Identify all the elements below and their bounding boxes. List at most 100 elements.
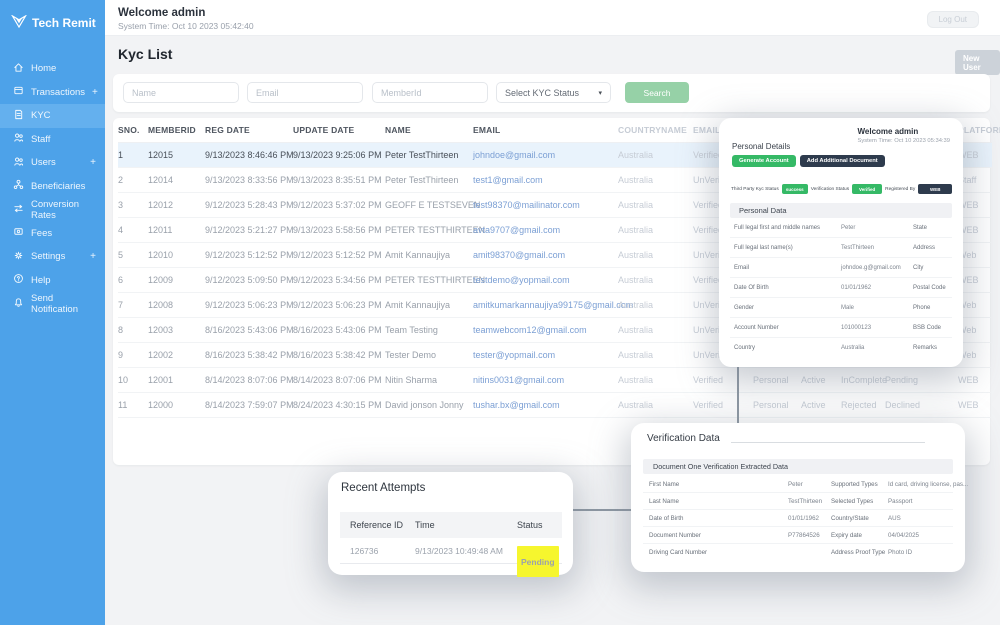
field-label: Country/State — [831, 510, 869, 527]
email-link[interactable]: amit98370@gmail.com — [473, 242, 618, 267]
field-label: Country — [734, 338, 755, 358]
third-party-kyc-label: Third Party Kyc Status — [731, 187, 779, 192]
system-time: System Time: Oct 10 2023 05:42:40 — [118, 21, 254, 31]
column-header: MEMBERID — [148, 118, 205, 142]
email-link[interactable]: nitins0031@gmail.com — [473, 367, 618, 392]
sidebar-item-users[interactable]: Users+ — [0, 151, 105, 175]
email-link[interactable]: avta9707@gmail.com — [473, 217, 618, 242]
verification-field-row: Date of Birth01/01/1962Country/StateAUS — [643, 510, 953, 527]
page-title: Kyc List — [118, 46, 172, 62]
sidebar-item-fees[interactable]: Fees — [0, 222, 105, 246]
sidebar-item-home[interactable]: Home — [0, 57, 105, 81]
name-filter-input[interactable] — [123, 82, 239, 103]
email-link[interactable]: amitkumarkannaujiya99175@gmail.com — [473, 292, 618, 317]
table-cell: 9/12/2023 5:12:52 PM — [293, 242, 385, 267]
table-cell: 12008 — [148, 292, 205, 317]
recent-attempts-header-row: Reference ID Time Status — [340, 512, 562, 538]
table-cell: 12014 — [148, 167, 205, 192]
email-link[interactable]: tester@yopmail.com — [473, 342, 618, 367]
table-cell: Amit Kannaujiya — [385, 242, 473, 267]
verification-field-row: Driving Card NumberAddress Proof TypePho… — [643, 544, 953, 561]
time-header: Time — [415, 512, 435, 538]
table-cell: 12012 — [148, 192, 205, 217]
field-label: BSB Code — [913, 318, 941, 338]
document-one-section-header: Document One Verification Extracted Data — [643, 459, 953, 474]
new-user-button[interactable]: New User — [955, 50, 1000, 75]
email-link[interactable]: test1@gmail.com — [473, 167, 618, 192]
personal-data-field-row: Account Number101000123BSB Code — [730, 318, 952, 338]
table-cell: 12011 — [148, 217, 205, 242]
table-cell: Web — [958, 242, 992, 267]
table-cell: PETER TESTTHIRTEEN — [385, 267, 473, 292]
field-value: 01/01/1962 — [841, 278, 871, 298]
field-value: Passport — [888, 493, 912, 510]
email-link[interactable]: test98370@mailinator.com — [473, 192, 618, 217]
sidebar-item-settings[interactable]: Settings+ — [0, 245, 105, 269]
sidebar-item-kyc[interactable]: KYC — [0, 104, 105, 128]
table-cell: 12003 — [148, 317, 205, 342]
table-cell: 9/12/2023 5:12:52 PM — [205, 242, 293, 267]
title-divider — [731, 442, 925, 443]
table-row[interactable]: 11120008/14/2023 7:59:07 PM8/24/2023 4:3… — [118, 392, 992, 417]
sidebar-item-conversion-rates[interactable]: Conversion Rates — [0, 198, 105, 222]
table-cell: Australia — [618, 167, 693, 192]
recent-attempts-table: Reference ID Time Status 126736 9/13/202… — [340, 512, 562, 564]
table-cell: 9/12/2023 5:28:43 PM — [205, 192, 293, 217]
expand-plus-icon[interactable]: + — [90, 157, 96, 168]
logout-button[interactable]: Log Out — [927, 11, 979, 28]
table-cell: 12000 — [148, 392, 205, 417]
email-link[interactable]: teamwebcom12@gmail.com — [473, 317, 618, 342]
field-value: AUS — [888, 510, 901, 527]
field-label: State — [913, 218, 927, 238]
search-button[interactable]: Search — [625, 82, 689, 103]
field-value: TestThirteen — [788, 493, 822, 510]
add-additional-document-button[interactable]: Add Additional Document — [800, 155, 885, 167]
sidebar-item-label: Home — [31, 63, 56, 74]
recent-attempts-popup: Recent Attempts Reference ID Time Status… — [328, 472, 573, 575]
sidebar-item-transactions[interactable]: Transactions+ — [0, 81, 105, 105]
sidebar-item-beneficiaries[interactable]: Beneficiaries — [0, 175, 105, 199]
sidebar-item-send-notification[interactable]: Send Notification — [0, 292, 105, 316]
table-cell: 8/16/2023 5:38:42 PM — [293, 342, 385, 367]
table-cell: 12010 — [148, 242, 205, 267]
email-filter-input[interactable] — [247, 82, 363, 103]
table-cell: Australia — [618, 217, 693, 242]
kyc-status-select[interactable]: Select KYC Status ▾ — [496, 82, 611, 103]
registered-by-badge: WEB — [918, 184, 952, 194]
table-cell: WEB — [958, 392, 992, 417]
verification-data-title: Verification Data — [647, 433, 720, 444]
expand-plus-icon[interactable]: + — [90, 251, 96, 262]
column-header: UPDATE DATE — [293, 118, 385, 142]
column-header: PLATFORM — [958, 118, 992, 142]
table-cell: Australia — [618, 142, 693, 167]
table-cell: 8/24/2023 4:30:15 PM — [293, 392, 385, 417]
verification-data-fields: First NamePeterSupported TypesId card, d… — [643, 476, 953, 561]
brand: Tech Remit — [0, 0, 105, 45]
sidebar-item-label: Conversion Rates — [31, 199, 96, 221]
popup-system-time: System Time: Oct 10 2023 05:34:39 — [858, 138, 950, 144]
expand-plus-icon[interactable]: + — [92, 87, 98, 98]
generate-account-button[interactable]: Generate Account — [732, 155, 796, 167]
email-link[interactable]: tushar.bx@gmail.com — [473, 392, 618, 417]
table-cell: WEB — [958, 217, 992, 242]
memberid-filter-input[interactable] — [372, 82, 488, 103]
table-cell: 5 — [118, 242, 148, 267]
field-label: Address — [913, 238, 935, 258]
sidebar-item-staff[interactable]: Staff — [0, 128, 105, 152]
email-link[interactable]: johndoe@gmail.com — [473, 142, 618, 167]
field-value: P77864526 — [788, 527, 820, 544]
registered-by-label: Registered By — [885, 187, 915, 192]
table-cell: WEB — [958, 267, 992, 292]
status-header: Status — [517, 512, 543, 538]
table-cell: Verified — [693, 392, 753, 417]
field-label: First Name — [649, 476, 679, 493]
table-cell: Australia — [618, 317, 693, 342]
sidebar-item-help[interactable]: Help — [0, 269, 105, 293]
column-header: EMAIL — [473, 118, 618, 142]
reference-id-header: Reference ID — [350, 512, 403, 538]
table-row[interactable]: 10120018/14/2023 8:07:06 PM8/14/2023 8:0… — [118, 367, 992, 392]
table-cell: 9/13/2023 9:25:06 PM — [293, 142, 385, 167]
email-link[interactable]: testdemo@yopmail.com — [473, 267, 618, 292]
welcome-text: Welcome admin — [118, 7, 205, 19]
table-cell: 8/14/2023 8:07:06 PM — [205, 367, 293, 392]
